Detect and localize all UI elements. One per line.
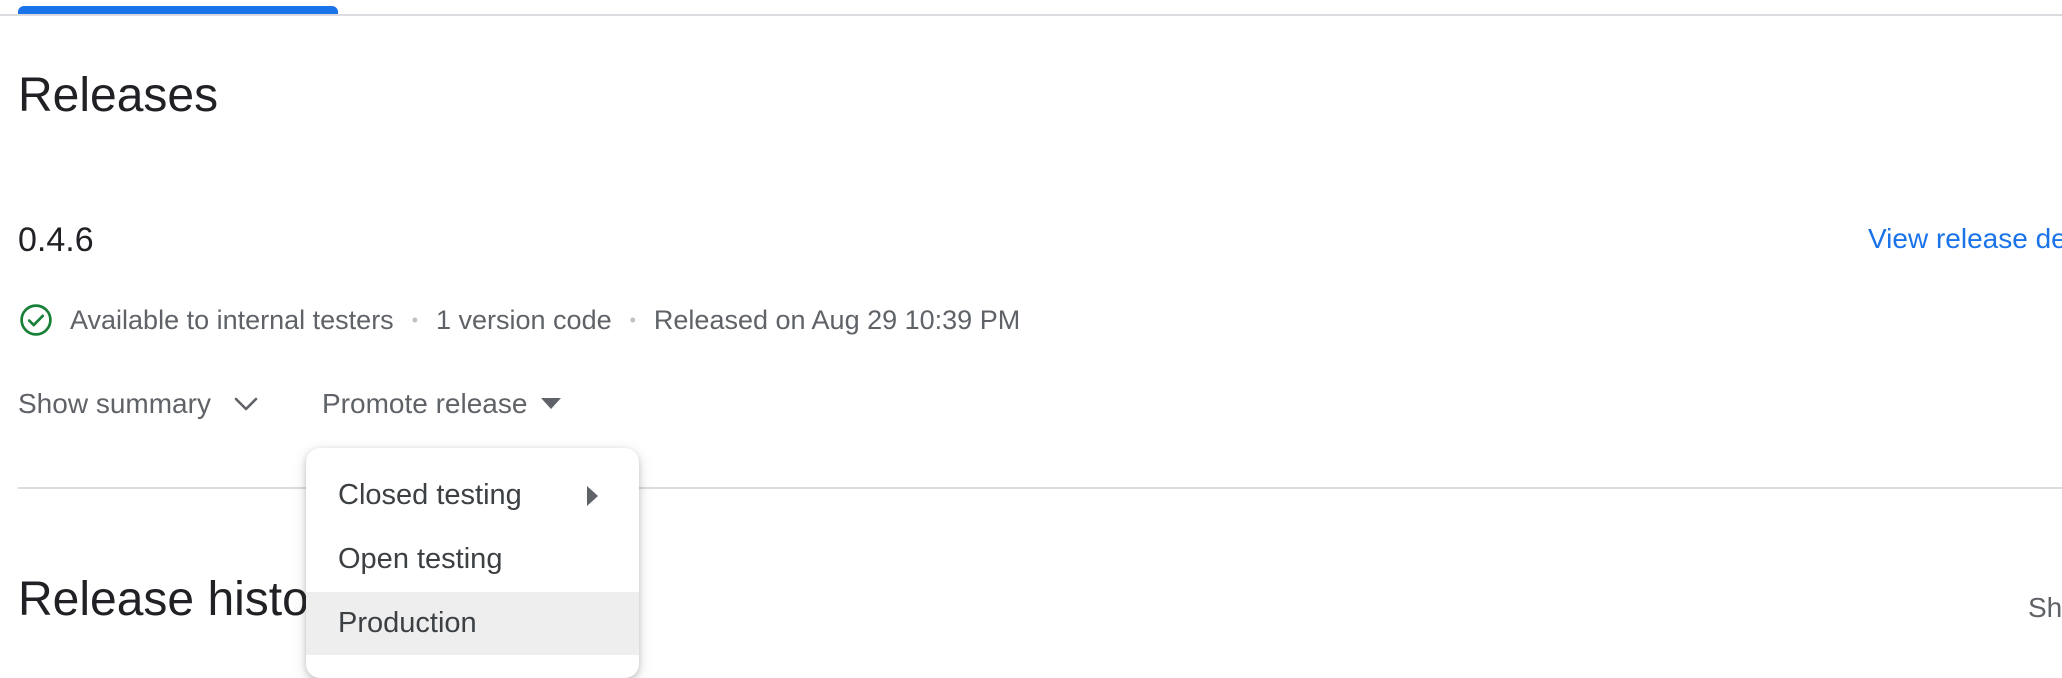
show-summary-button[interactable]: Show summary [18,384,259,424]
promote-release-button[interactable]: Promote release [322,384,562,424]
menu-item-label: Closed testing [338,479,522,511]
release-history-title: Release histo [18,573,309,626]
active-tab-indicator [18,6,338,14]
promote-release-label: Promote release [322,388,528,419]
separator-dot: • [411,309,418,330]
menu-item-production[interactable]: Production [306,592,639,655]
promote-release-menu: Closed testing Open testing Production [306,448,639,678]
release-version: 0.4.6 [18,221,94,259]
show-summary-label: Show summary [18,388,211,419]
menu-item-open-testing[interactable]: Open testing [306,528,639,591]
check-circle-icon [20,304,52,336]
page-title: Releases [18,69,219,122]
tab-bar-divider [0,14,2062,16]
separator-dot: • [629,309,636,330]
menu-item-label: Open testing [338,543,503,575]
version-code-count: 1 version code [436,304,612,335]
released-on-date: Released on Aug 29 10:39 PM [653,304,1021,335]
view-release-details-link[interactable]: View release de [1868,222,2062,256]
menu-item-closed-testing[interactable]: Closed testing [306,464,639,527]
release-status-row: Available to internal testers • 1 versio… [18,300,1020,340]
release-history-action[interactable]: Sh [2028,592,2062,624]
submenu-arrow-icon [587,486,598,506]
menu-item-label: Production [338,607,477,639]
status-label: Available to internal testers [70,304,394,335]
caret-down-icon [541,398,562,409]
chevron-down-icon [234,397,258,411]
